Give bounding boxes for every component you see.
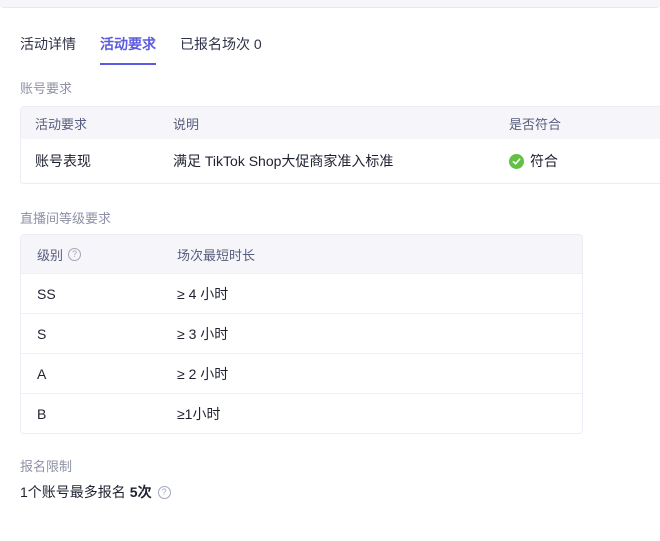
column-header-compliance: 是否符合 [495, 114, 660, 133]
tab-registered-sessions[interactable]: 已报名场次 0 [180, 34, 262, 65]
column-header-min-duration: 场次最短时长 [161, 245, 582, 264]
registration-limit-text: 1个账号最多报名 5次 ? [20, 482, 660, 502]
level-cell: S [21, 326, 161, 342]
status-label: 符合 [530, 151, 558, 171]
question-circle-icon[interactable]: ? [68, 248, 81, 261]
table-header-row: 级别 ? 场次最短时长 [21, 235, 582, 273]
tab-activity-requirements[interactable]: 活动要求 [100, 34, 156, 65]
level-section-title: 直播间等级要求 [20, 208, 660, 227]
table-row: A ≥ 2 小时 [21, 353, 582, 393]
check-circle-icon [509, 154, 524, 169]
column-header-requirement: 活动要求 [21, 114, 159, 133]
level-cell: B [21, 406, 161, 422]
table-header-row: 活动要求 说明 是否符合 [21, 107, 660, 139]
limit-section-title: 报名限制 [20, 456, 660, 475]
column-header-level: 级别 ? [21, 245, 161, 264]
tab-bar: 活动详情 活动要求 已报名场次 0 [20, 8, 660, 65]
table-row: B ≥1小时 [21, 393, 582, 433]
level-cell: SS [21, 286, 161, 302]
table-row: S ≥ 3 小时 [21, 313, 582, 353]
account-requirements-table: 活动要求 说明 是否符合 账号表现 满足 TikTok Shop大促商家准入标准… [20, 106, 660, 184]
limit-prefix: 1个账号最多报名 [20, 482, 126, 502]
level-header-label: 级别 [37, 245, 63, 264]
limit-count: 5次 [130, 482, 152, 502]
account-section-title: 账号要求 [20, 78, 660, 97]
top-divider [0, 0, 660, 8]
question-circle-icon[interactable]: ? [158, 486, 171, 499]
duration-cell: ≥ 4 小时 [161, 284, 582, 304]
column-header-description: 说明 [159, 114, 495, 133]
requirement-cell: 账号表现 [21, 151, 159, 171]
level-cell: A [21, 366, 161, 382]
tab-activity-details[interactable]: 活动详情 [20, 34, 76, 65]
duration-cell: ≥1小时 [161, 404, 582, 424]
duration-cell: ≥ 3 小时 [161, 324, 582, 344]
table-row: SS ≥ 4 小时 [21, 273, 582, 313]
description-cell: 满足 TikTok Shop大促商家准入标准 [159, 151, 495, 171]
table-row: 账号表现 满足 TikTok Shop大促商家准入标准 符合 [21, 139, 660, 183]
status-cell: 符合 [495, 151, 660, 171]
level-requirements-table: 级别 ? 场次最短时长 SS ≥ 4 小时 S ≥ 3 小时 A ≥ 2 小时 … [20, 234, 583, 434]
main-content: 活动详情 活动要求 已报名场次 0 账号要求 活动要求 说明 是否符合 账号表现… [0, 8, 660, 502]
duration-cell: ≥ 2 小时 [161, 364, 582, 384]
